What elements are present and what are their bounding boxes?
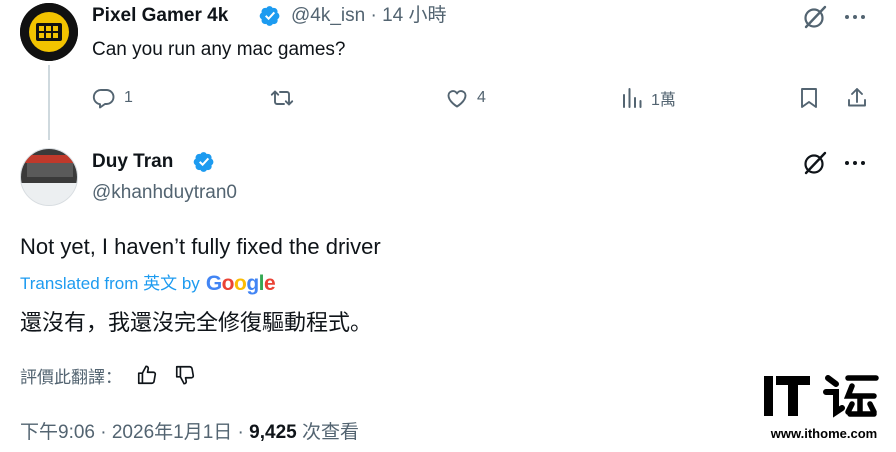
reply-button[interactable]: 1 [92,84,133,112]
thumbs-up-icon[interactable] [136,364,158,386]
more-icon[interactable] [843,151,867,175]
grok-icon[interactable] [802,4,828,30]
like-icon [447,90,467,108]
views-count: 1萬 [651,92,676,109]
author-handle[interactable]: @khanhduytran0 [92,181,237,205]
translated-from-label: Translated from 英文 by [20,274,200,293]
bookmark-button[interactable] [797,84,821,112]
repost-button[interactable] [270,84,302,112]
verified-badge-icon [259,6,280,26]
author-avatar[interactable] [20,148,78,206]
thumbs-down-icon[interactable] [174,364,196,386]
views-label: 次查看 [296,422,359,443]
tweet-text: Not yet, I haven’t fully fixed the drive… [20,234,381,259]
share-button[interactable] [845,84,869,112]
more-icon[interactable] [843,5,867,29]
views-button[interactable]: 1萬 [621,84,676,112]
translated-from-link[interactable]: Translated from 英文 by Google [20,272,276,296]
reply-handle-time[interactable]: @4k_isn · 14 小時 [291,4,447,28]
reply-author-avatar[interactable] [20,3,78,61]
google-logo: Google [205,272,276,295]
ithome-logo [764,375,879,418]
reply-text: Can you run any mac games? [92,39,346,60]
translation-text: 還沒有，我還沒完全修復驅動程式。 [20,310,373,335]
tweet-meta: 下午9:06 · 2026年1月1日 · 9,425 次查看 [20,420,359,446]
reply-count: 1 [124,89,133,106]
like-button[interactable]: 4 [445,84,486,112]
view-count: 9,425 [249,422,297,443]
rate-translation: 評價此翻譯： [20,362,196,388]
reply-author-name[interactable]: Pixel Gamer 4k [92,4,228,28]
reply-icon [92,89,115,109]
timestamp[interactable]: 下午9:06 · 2026年1月1日 · [20,422,249,443]
author-name[interactable]: Duy Tran [92,150,173,174]
grok-icon[interactable] [802,150,828,176]
views-icon [623,88,642,108]
ithome-watermark: www.ithome.com [762,370,886,448]
ithome-url: www.ithome.com [770,426,878,441]
rate-translation-label: 評價此翻譯： [20,367,122,387]
share-icon [848,88,866,107]
verified-badge-icon [193,152,214,172]
thread-connector-line [48,65,50,140]
repost-icon [270,90,294,106]
like-count: 4 [477,89,486,106]
bookmark-icon [801,88,817,108]
